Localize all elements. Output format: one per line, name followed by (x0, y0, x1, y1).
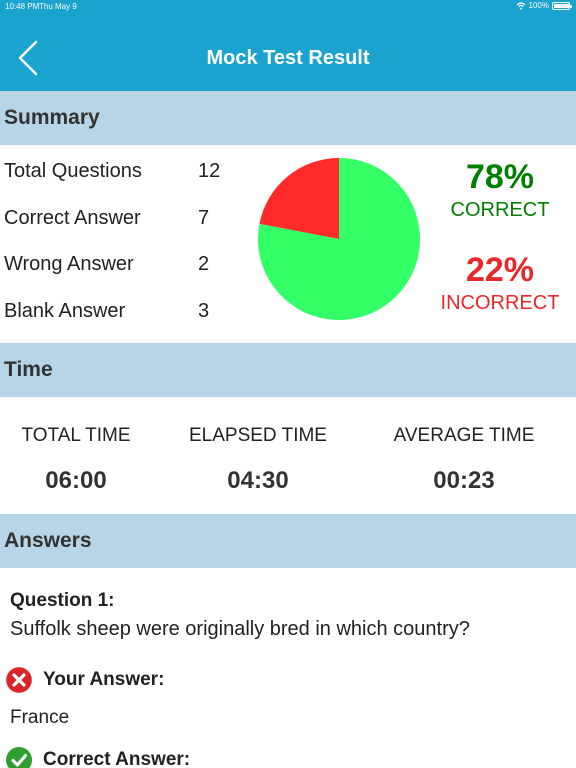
battery-fill (554, 3, 570, 8)
time-value: 04:30 (227, 467, 289, 494)
question-text: Suffolk sheep were originally bred in wh… (10, 618, 470, 640)
wifi-icon (516, 1, 525, 10)
your-answer-label: Your Answer: (43, 669, 165, 690)
check-icon (6, 747, 32, 768)
correct-label: CORRECT (450, 199, 550, 221)
your-answer-row: Your Answer: (5, 666, 164, 694)
time-header-label: Time (4, 358, 53, 381)
correct-percent: 78% (465, 158, 535, 196)
summary-label: Wrong Answer (4, 253, 134, 275)
summary-label: Total Questions (4, 160, 142, 182)
question-title: Question 1: (10, 590, 115, 611)
status-date: Thu May 9 (39, 2, 77, 11)
summary-value: 12 (198, 160, 221, 182)
summary-value: 7 (198, 207, 210, 229)
summary-row-correct: Correct Answer 7 (4, 207, 234, 237)
summary-header: Summary (0, 91, 576, 145)
summary-row-wrong: Wrong Answer 2 (4, 253, 234, 283)
time-label: AVERAGE TIME (393, 425, 535, 446)
incorrect-percent: 22% (465, 251, 535, 289)
summary-label: Correct Answer (4, 207, 141, 229)
incorrect-percent-block: 22% INCORRECT (425, 251, 575, 315)
answers-header: Answers (0, 514, 576, 568)
nav-bar: Mock Test Result (0, 14, 576, 91)
average-time-column: AVERAGE TIME 00:23 (368, 425, 560, 495)
summary-value: 2 (198, 253, 210, 275)
answers-header-label: Answers (4, 529, 92, 552)
time-label: ELAPSED TIME (189, 425, 327, 446)
time-value: 06:00 (45, 467, 107, 494)
battery-percent: 100% (528, 1, 549, 10)
wrong-answer-icon (5, 666, 33, 694)
time-value: 00:23 (433, 467, 495, 494)
your-answer-value: France (10, 707, 70, 728)
correct-answer-label: Correct Answer: (43, 749, 191, 768)
time-header: Time (0, 343, 576, 397)
summary-value: 3 (198, 300, 210, 322)
status-time: 10:48 PM (5, 2, 40, 11)
elapsed-time-column: ELAPSED TIME 04:30 (162, 425, 354, 495)
status-bar: 10:48 PM Thu May 9 100% (0, 0, 576, 14)
summary-header-label: Summary (4, 106, 100, 129)
summary-row-blank: Blank Answer 3 (4, 300, 234, 330)
page-title: Mock Test Result (206, 47, 370, 69)
summary-label: Blank Answer (4, 300, 126, 322)
result-pie-chart (258, 158, 420, 320)
correct-percent-block: 78% CORRECT (425, 158, 575, 222)
correct-answer-row: Correct Answer: (5, 746, 190, 768)
status-right: 100% (516, 1, 572, 10)
total-time-column: TOTAL TIME 06:00 (0, 425, 172, 495)
time-label: TOTAL TIME (21, 425, 131, 446)
incorrect-label: INCORRECT (440, 292, 560, 314)
summary-row-total: Total Questions 12 (4, 160, 234, 190)
battery-icon (552, 1, 572, 10)
